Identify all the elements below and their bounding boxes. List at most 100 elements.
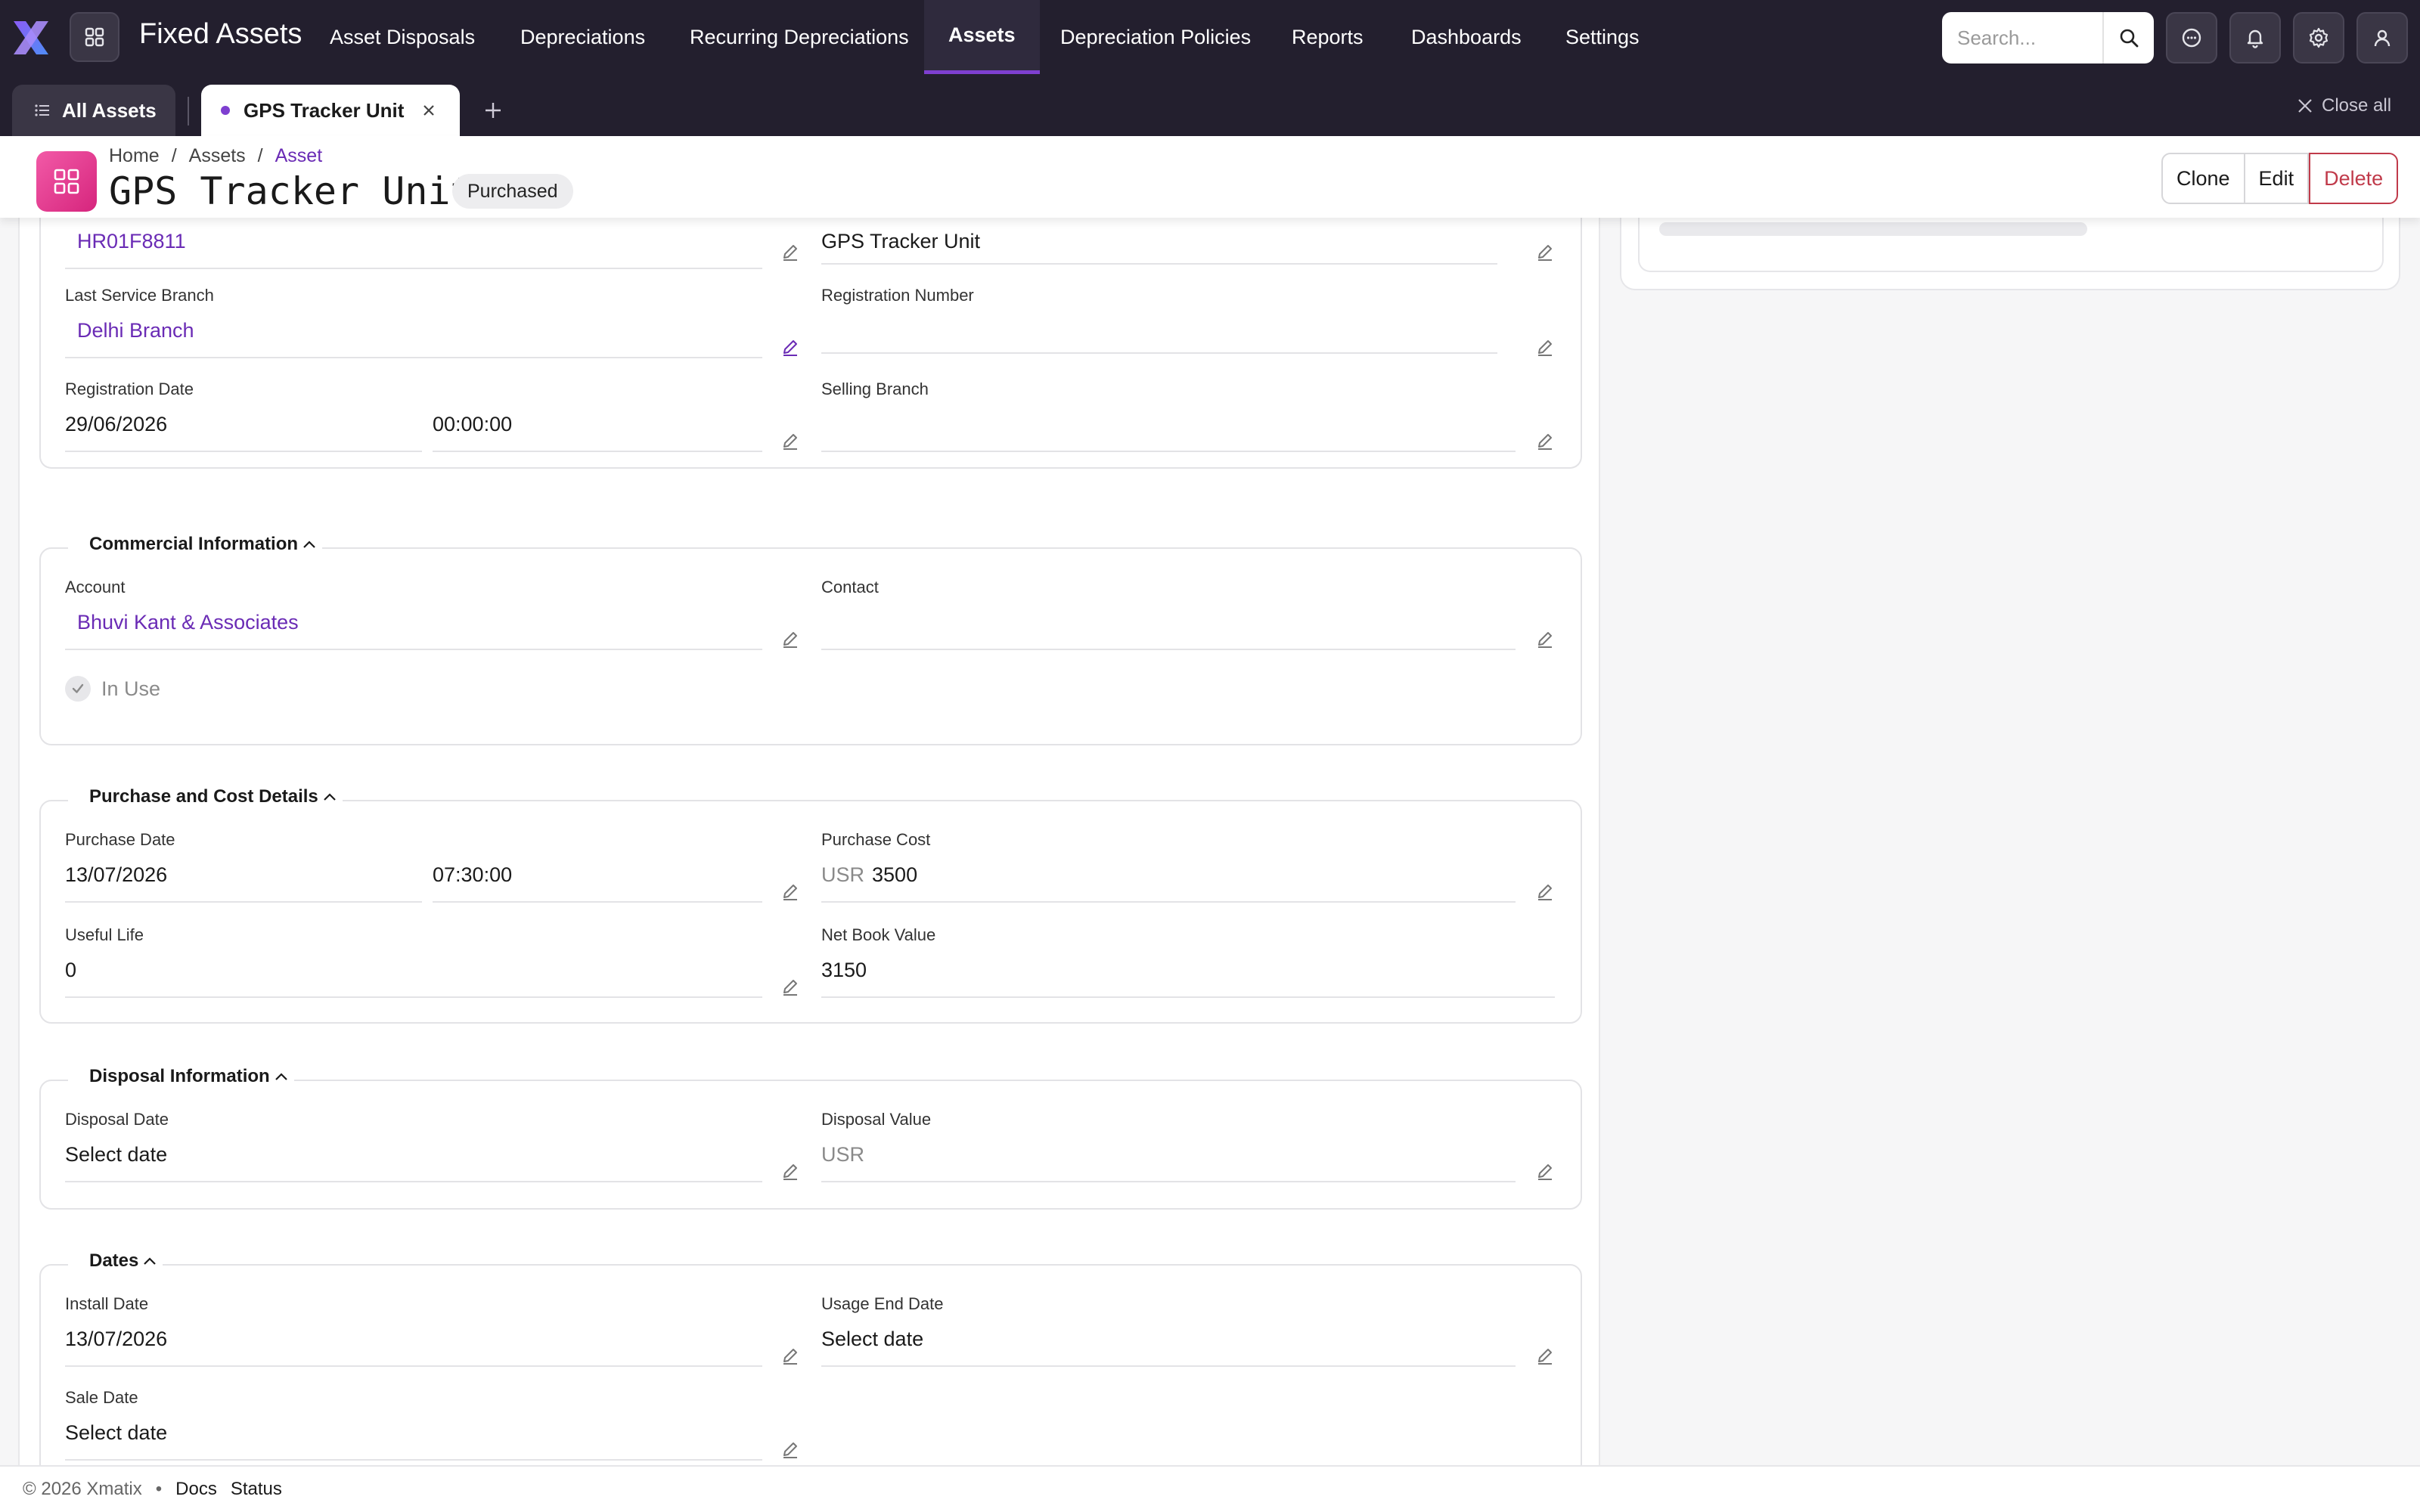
field-label: Usage End Date	[821, 1294, 944, 1313]
user-menu-button[interactable]	[2356, 12, 2408, 64]
close-tab-icon[interactable]	[420, 102, 437, 119]
disposal-information-section: Disposal Date Select date Disposal Value…	[39, 1080, 1582, 1210]
logo-x-icon[interactable]	[11, 18, 51, 57]
selling-branch-value[interactable]	[821, 411, 1516, 452]
side-card-inner	[1638, 218, 2384, 272]
search-box	[1942, 12, 2154, 64]
tab-all-assets-label: All Assets	[62, 98, 157, 122]
breadcrumb-assets[interactable]: Assets	[189, 145, 246, 167]
nav-depreciations[interactable]: Depreciations	[496, 0, 669, 74]
footer-link-docs[interactable]: Docs	[175, 1479, 217, 1500]
nav-depreciation-policies[interactable]: Depreciation Policies	[1036, 0, 1275, 74]
selling-branch-field: Selling Branch	[821, 380, 1516, 452]
user-icon	[2374, 29, 2391, 47]
dates-section-toggle[interactable]: Dates	[68, 1250, 163, 1272]
clone-button[interactable]: Clone	[2161, 153, 2245, 204]
account-value[interactable]: Bhuvi Kant & Associates	[65, 609, 762, 650]
in-use-row: In Use	[65, 676, 160, 702]
useful-life-value[interactable]: 0	[65, 957, 762, 998]
edit-pencil-icon[interactable]	[779, 1438, 802, 1461]
last-service-branch-value[interactable]: Delhi Branch	[65, 318, 762, 358]
edit-pencil-icon[interactable]	[1534, 880, 1556, 903]
edit-pencil-icon[interactable]	[1534, 1344, 1556, 1367]
install-date-value[interactable]: 13/07/2026	[65, 1326, 762, 1367]
asset-name-field: GPS Tracker Unit	[821, 228, 1497, 265]
breadcrumb: Home / Assets / Asset	[109, 145, 322, 167]
chat-icon	[2182, 28, 2201, 48]
assets-module-icon	[36, 151, 97, 212]
edit-pencil-icon[interactable]	[1534, 429, 1556, 452]
edit-pencil-icon[interactable]	[779, 240, 802, 263]
gear-icon	[2309, 27, 2328, 48]
edit-pencil-icon[interactable]	[779, 880, 802, 903]
field-label: Last Service Branch	[65, 286, 214, 305]
tab-all-assets[interactable]: All Assets	[12, 85, 175, 136]
purchase-time-value[interactable]: 07:30:00	[433, 862, 762, 903]
edit-pencil-icon[interactable]	[1534, 240, 1556, 263]
record-form: HR01F8811 GPS Tracker Unit Last Service …	[18, 203, 1600, 1491]
app-grid-button[interactable]	[70, 12, 119, 62]
disposal-section-toggle[interactable]: Disposal Information	[68, 1066, 294, 1087]
side-panel	[1600, 218, 2420, 1465]
footer-link-status[interactable]: Status	[231, 1479, 282, 1500]
purchase-cost-amount: 3500	[872, 863, 918, 886]
tab-gps-tracker-unit[interactable]: GPS Tracker Unit	[201, 85, 460, 136]
edit-pencil-icon[interactable]	[779, 975, 802, 998]
in-use-checkbox[interactable]	[65, 676, 91, 702]
disposal-value-value[interactable]: USR	[821, 1142, 1516, 1182]
field-label: Registration Number	[821, 286, 974, 305]
edit-pencil-icon[interactable]	[779, 627, 802, 650]
nav-assets[interactable]: Assets	[924, 0, 1040, 74]
purchase-section-toggle[interactable]: Purchase and Cost Details	[68, 786, 343, 807]
edit-pencil-icon[interactable]	[1534, 1160, 1556, 1182]
breadcrumb-separator: /	[257, 145, 263, 166]
registration-number-value[interactable]	[821, 318, 1497, 354]
record-actions: Clone Edit Delete	[2161, 153, 2399, 204]
last-service-branch-field: Last Service Branch Delhi Branch	[65, 286, 762, 358]
usage-end-date-value[interactable]: Select date	[821, 1326, 1516, 1367]
section-title: Disposal Information	[89, 1066, 270, 1086]
edit-button[interactable]: Edit	[2245, 153, 2310, 204]
edit-pencil-icon[interactable]	[779, 429, 802, 452]
search-icon	[2120, 29, 2139, 48]
nav-settings[interactable]: Settings	[1541, 0, 1664, 74]
commercial-section-toggle[interactable]: Commercial Information	[68, 534, 323, 555]
chat-button[interactable]	[2166, 12, 2217, 64]
breadcrumb-home[interactable]: Home	[109, 145, 160, 167]
nav-recurring-depreciations[interactable]: Recurring Depreciations	[666, 0, 933, 74]
notifications-button[interactable]	[2229, 12, 2281, 64]
edit-pencil-icon[interactable]	[779, 336, 802, 358]
registration-date-value[interactable]: 29/06/2026	[65, 411, 422, 452]
edit-pencil-icon[interactable]	[779, 1344, 802, 1367]
edit-pencil-icon[interactable]	[1534, 336, 1556, 358]
side-card	[1620, 218, 2400, 290]
edit-pencil-icon[interactable]	[779, 1160, 802, 1182]
currency-prefix: USR	[821, 863, 865, 886]
edit-pencil-icon[interactable]	[1534, 627, 1556, 650]
search-button[interactable]	[2102, 12, 2154, 64]
contact-field: Contact	[821, 578, 1516, 650]
nav-reports[interactable]: Reports	[1267, 0, 1388, 74]
field-label: Install Date	[65, 1294, 149, 1313]
bell-icon	[2247, 29, 2263, 48]
sale-date-value[interactable]: Select date	[65, 1420, 762, 1461]
purchase-date-value[interactable]: 13/07/2026	[65, 862, 422, 903]
nav-dashboards[interactable]: Dashboards	[1387, 0, 1546, 74]
field-label: Useful Life	[65, 925, 144, 944]
disposal-date-value[interactable]: Select date	[65, 1142, 762, 1182]
search-input[interactable]	[1942, 12, 2102, 64]
contact-value[interactable]	[821, 609, 1516, 650]
sale-date-field: Sale Date Select date	[65, 1388, 762, 1461]
nav-asset-disposals[interactable]: Asset Disposals	[306, 0, 499, 74]
in-use-label: In Use	[101, 677, 161, 700]
registration-time-value[interactable]: 00:00:00	[433, 411, 762, 452]
purchase-cost-value[interactable]: USR 3500	[821, 862, 1516, 903]
footer-separator: •	[155, 1479, 163, 1499]
registration-date-field: Registration Date 29/06/2026	[65, 380, 422, 452]
close-all-button[interactable]: Close all	[2296, 94, 2391, 118]
settings-button[interactable]	[2293, 12, 2344, 64]
vehicle-number-value[interactable]: HR01F8811	[65, 228, 762, 269]
add-tab-button[interactable]	[478, 95, 508, 125]
delete-button[interactable]: Delete	[2309, 153, 2399, 204]
asset-name-value[interactable]: GPS Tracker Unit	[821, 228, 1497, 265]
